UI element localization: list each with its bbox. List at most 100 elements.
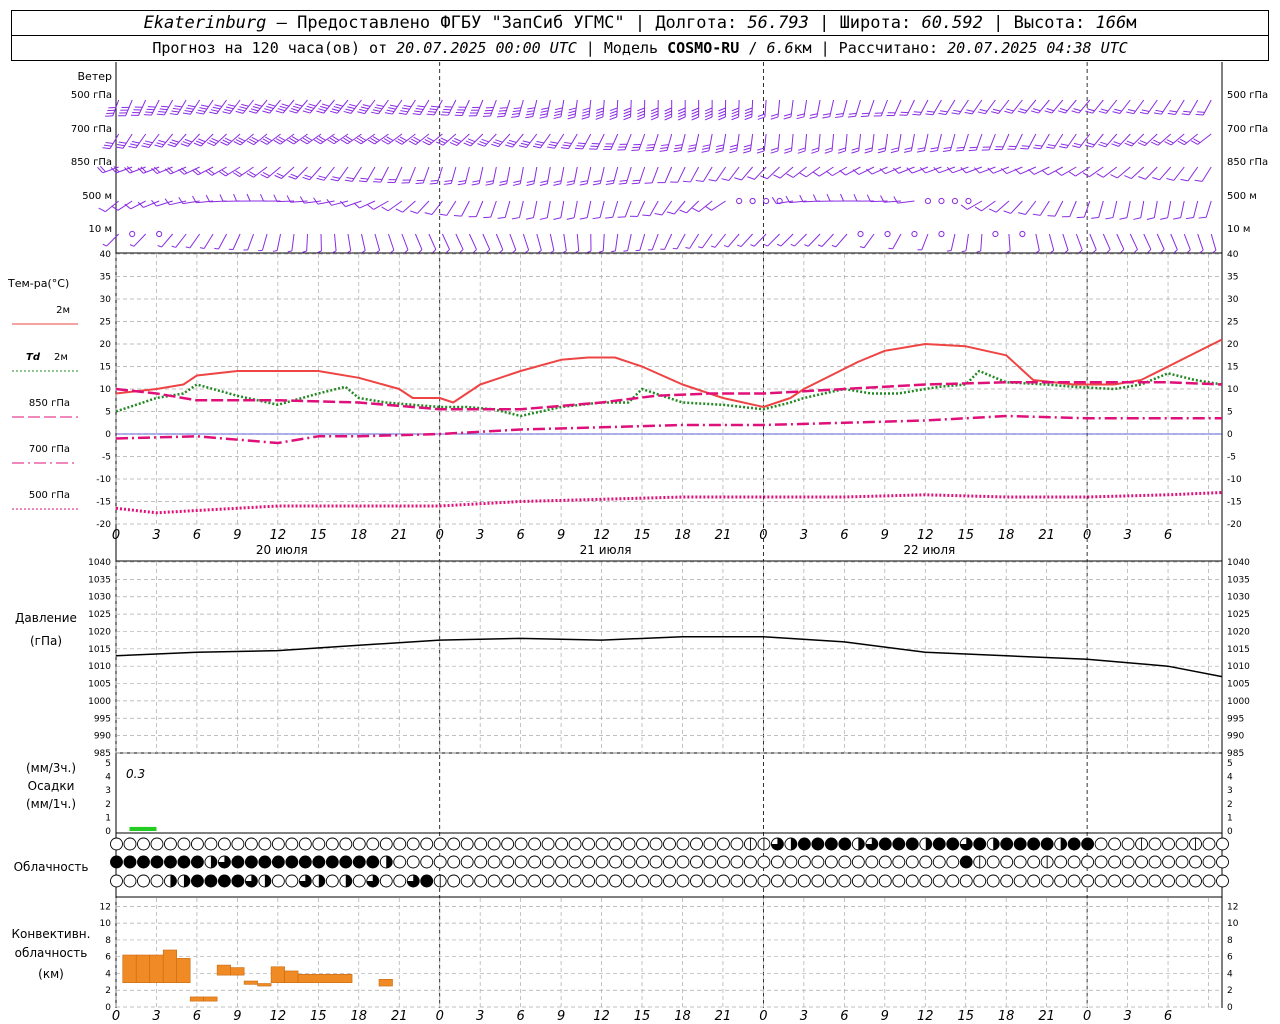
wind-barb-shaft [911, 166, 929, 174]
wind-barb-feather [605, 182, 614, 186]
wind-barb-feather [1190, 140, 1199, 145]
cloud-cover-symbol [420, 837, 434, 851]
cloud-cover-symbol [447, 837, 461, 851]
wind-barb-feather [797, 150, 806, 154]
cloud-cover-symbol [878, 874, 892, 888]
cloud-cover-symbol [528, 837, 542, 851]
wind-barb-feather [485, 180, 494, 183]
cloud-circle [177, 837, 191, 851]
wind-barb-shaft [863, 233, 875, 249]
cloud-cover-symbol [1094, 874, 1108, 888]
wind-barb-feather [566, 217, 575, 220]
wind-barb-feather [851, 150, 859, 154]
cloud-cover-symbol [501, 874, 515, 888]
wind-barb-feather [917, 249, 922, 251]
pressure-ytick-label-right: 1020 [1227, 627, 1250, 637]
cloud-cover-symbol [851, 874, 865, 888]
wind-barb [436, 133, 457, 146]
wind-barb [358, 166, 376, 183]
time-tick-label-bottom: 21 [715, 1009, 732, 1024]
wind-barb-feather [313, 197, 319, 205]
cloud-panel-title: Облачность [14, 860, 89, 874]
wind-barb [890, 133, 902, 154]
wind-barb-feather [723, 244, 729, 248]
wind-barb-feather [260, 140, 268, 145]
cloud-fill-half [318, 875, 325, 887]
wind-barb [853, 194, 875, 202]
wind-barb [797, 133, 808, 154]
wind-barb-feather [525, 113, 534, 116]
wind-barb-shaft [161, 233, 174, 248]
temp-ytick-label-right: 40 [1227, 250, 1239, 260]
wind-barb-feather [444, 179, 453, 182]
cloud-fill-full [191, 856, 204, 868]
wind-barb-feather [929, 150, 938, 153]
cloud-cover-symbol [797, 874, 811, 888]
wind-barb-feather [718, 113, 726, 118]
time-tick-label: 12 [917, 528, 934, 543]
wind-barb-shaft [1089, 233, 1097, 250]
cloud-circle [528, 837, 542, 851]
wind-barb-feather [750, 244, 755, 247]
wind-barb [130, 99, 147, 116]
cloud-cover-symbol [1108, 874, 1122, 888]
conv-ytick-label-right: 8 [1227, 936, 1233, 946]
wind-barb-feather [511, 115, 519, 118]
temp-ytick-label: 25 [100, 318, 111, 328]
wind-barb-feather [286, 139, 295, 145]
cloud-cover-symbol [110, 874, 123, 888]
cloud-cover-symbol [905, 874, 919, 888]
cloud-cover-symbol [1094, 855, 1108, 869]
wind-barb-shaft [402, 200, 416, 213]
wind-barb-shaft [1145, 166, 1158, 180]
cloud-circle [838, 874, 852, 888]
cloud-cover-symbol [460, 855, 474, 869]
wind-barb [214, 233, 228, 250]
time-tick-label-bottom: 0 [759, 1009, 767, 1024]
cloud-cover-symbol [447, 874, 461, 888]
wind-barb-feather [553, 116, 562, 120]
wind-barb-shaft [1033, 166, 1050, 175]
precip-annotation: 0.3 [126, 767, 145, 781]
cloud-circle [730, 855, 744, 869]
wind-barb-shaft [624, 200, 632, 218]
cloud-circle [717, 855, 730, 869]
cloud-circle [123, 837, 137, 851]
cloud-cover-symbol [568, 874, 582, 888]
wind-barb-shaft [1075, 233, 1083, 251]
wind-barb-shaft [1170, 233, 1178, 250]
conv-ytick-label-right: 10 [1227, 919, 1239, 929]
wind-barb-feather [906, 167, 913, 174]
cloud-circle [595, 874, 609, 888]
wind-barb [744, 99, 754, 121]
cloud-cover-symbol [123, 837, 137, 851]
wind-barb [195, 99, 214, 115]
time-tick-label-bottom: 0 [1083, 1009, 1091, 1024]
cloud-cover-symbol [973, 837, 987, 851]
wind-barb [509, 233, 517, 254]
wind-barb-feather [539, 113, 548, 116]
wind-barb [623, 233, 632, 252]
wind-barb [837, 133, 848, 154]
wind-barb [770, 99, 781, 120]
wind-barb [468, 233, 477, 253]
cloud-fill-half [210, 856, 217, 868]
wind-panel: Ветер 500 гПа 500 гПа 700 гПа 700 гПа 850 гПа… [71, 70, 1268, 254]
wind-barb [1048, 233, 1055, 254]
cloud-circle [649, 837, 663, 851]
wind-barb [137, 200, 160, 208]
wind-barb [496, 99, 511, 118]
wind-barb [443, 166, 457, 185]
wind-barb-feather [688, 147, 696, 150]
wind-barb-feather [446, 249, 450, 253]
wind-barb-feather [595, 113, 604, 117]
cloud-fill-full [973, 838, 986, 850]
wind-panel-title: Ветер [78, 70, 112, 83]
cloud-cover-symbol [757, 874, 771, 888]
wind-barb-shaft [576, 233, 580, 251]
cloud-circle [528, 855, 542, 869]
wind-barb-feather [704, 113, 713, 118]
wind-barb [965, 197, 972, 205]
cloud-cover-symbol [123, 855, 137, 869]
cloud-circle [217, 837, 231, 851]
